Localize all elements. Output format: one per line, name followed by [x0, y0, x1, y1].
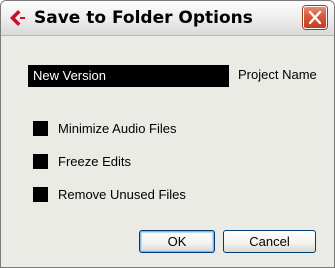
remove-unused-files-checkbox[interactable] [33, 187, 48, 202]
remove-unused-files-label: Remove Unused Files [58, 187, 186, 202]
minimize-audio-files-label: Minimize Audio Files [58, 121, 177, 136]
ok-button[interactable]: OK [139, 230, 215, 253]
freeze-edits-checkbox[interactable] [33, 154, 48, 169]
project-name-input[interactable]: New Version [28, 65, 229, 87]
freeze-edits-label: Freeze Edits [58, 154, 131, 169]
close-button[interactable] [303, 6, 327, 29]
cubase-logo-icon [9, 9, 27, 27]
minimize-audio-files-checkbox[interactable] [33, 121, 48, 136]
title-bar[interactable]: Save to Folder Options [1, 1, 334, 36]
cancel-button[interactable]: Cancel [223, 230, 316, 253]
save-to-folder-options-dialog: Save to Folder Options New Version Proje… [0, 0, 335, 268]
close-icon [308, 10, 322, 25]
window-title: Save to Folder Options [34, 8, 253, 28]
project-name-label: Project Name [238, 67, 317, 82]
